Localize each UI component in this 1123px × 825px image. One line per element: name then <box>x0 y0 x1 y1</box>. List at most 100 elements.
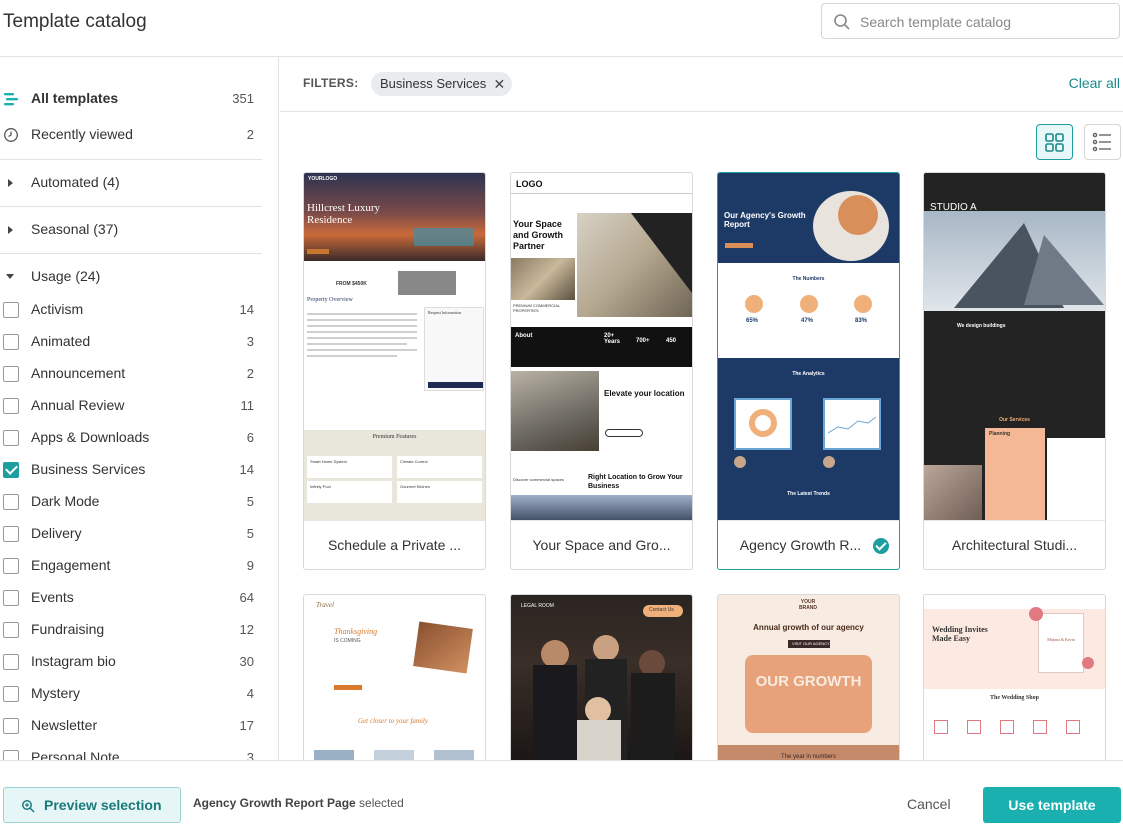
list-view-button[interactable] <box>1084 124 1121 160</box>
sidebar-item-all-templates[interactable]: All templates 351 <box>0 84 262 114</box>
thumb-feature-1: Smart Home System <box>310 459 347 464</box>
thumb-headline: Hillcrest Luxury Residence <box>307 202 381 226</box>
filter-chip[interactable]: Business Services ✕ <box>371 72 513 96</box>
sidebar-item-recently-viewed[interactable]: Recently viewed 2 <box>0 120 262 150</box>
usage-filter-item[interactable]: Annual Review 11 <box>0 391 262 421</box>
template-card[interactable]: YOURLOGO Hillcrest Luxury Residence FROM… <box>303 172 486 570</box>
usage-filter-item[interactable]: Dark Mode 5 <box>0 487 262 517</box>
template-thumbnail: Our Agency's Growth Report The Numbers 6… <box>718 173 899 520</box>
close-icon[interactable]: ✕ <box>493 72 505 96</box>
usage-filter-item[interactable]: Animated 3 <box>0 327 262 357</box>
template-card[interactable]: LEGAL ROOM Contact Us <box>510 594 693 764</box>
usage-filter-item[interactable]: Events 64 <box>0 583 262 613</box>
usage-filter-item[interactable]: Business Services 14 <box>0 455 262 485</box>
usage-filter-label: Announcement <box>31 365 126 381</box>
checkbox[interactable] <box>3 590 19 606</box>
sidebar-item-count: 351 <box>232 91 254 106</box>
checkbox-checked[interactable] <box>3 462 19 478</box>
usage-filter-item[interactable]: Newsletter 17 <box>0 711 262 741</box>
template-title: Architectural Studi... <box>924 520 1105 569</box>
thumb-stat-3: 450 <box>666 338 677 344</box>
checkbox[interactable] <box>3 366 19 382</box>
thumb-headline: Thanksgiving <box>334 627 378 636</box>
template-card[interactable]: Travel Thanksgiving IS COMING Get closer… <box>303 594 486 764</box>
checkbox[interactable] <box>3 718 19 734</box>
thumb-features: Premium Features <box>372 434 417 440</box>
thumb-sub: IS COMING <box>334 638 361 644</box>
thumb-card-names: Mirjana & Kevin <box>1047 637 1075 642</box>
usage-filter-item[interactable]: Mystery 4 <box>0 679 262 709</box>
usage-filter-item[interactable]: Announcement 2 <box>0 359 262 389</box>
preview-selection-button[interactable]: Preview selection <box>3 787 181 823</box>
thumb-stat-1: 20+ Years <box>604 333 621 345</box>
thumb-feature-3: Infinity Pool <box>310 484 331 489</box>
clear-all-link[interactable]: Clear all <box>1069 75 1120 91</box>
thumb-button: Contact Us <box>649 607 674 613</box>
checkbox[interactable] <box>3 750 19 760</box>
checkbox[interactable] <box>3 686 19 702</box>
checkbox[interactable] <box>3 622 19 638</box>
thumb-button: VISIT OUR AGENCY <box>792 641 830 646</box>
page-title: Template catalog <box>3 11 147 32</box>
thumb-logo: YOURLOGO <box>308 176 338 182</box>
thumb-logo: LOGO <box>516 179 543 189</box>
filter-bar: FILTERS: Business Services ✕ Clear all <box>280 57 1123 112</box>
cancel-button[interactable]: Cancel <box>907 796 951 812</box>
thumb-planning: Planning <box>989 431 1011 437</box>
group-automated[interactable]: Automated (4) <box>0 168 262 198</box>
usage-filter-count: 11 <box>240 398 255 413</box>
thumb-headline: Our Agency's Growth Report <box>724 211 806 229</box>
usage-filter-item[interactable]: Fundraising 12 <box>0 615 262 645</box>
usage-filter-item[interactable]: Apps & Downloads 6 <box>0 423 262 453</box>
template-card[interactable]: LOGO Your Space and Growth Partner PREMI… <box>510 172 693 570</box>
thumb-price: FROM $450K <box>336 281 367 287</box>
usage-filter-count: 14 <box>239 462 254 477</box>
template-card[interactable]: Wedding Invites Made Easy Mirjana & Kevi… <box>923 594 1106 764</box>
checkbox[interactable] <box>3 494 19 510</box>
group-usage[interactable]: Usage (24) <box>0 262 262 292</box>
template-card[interactable]: YOUR BRAND Annual growth of our agency V… <box>717 594 900 764</box>
selected-template-name: Agency Growth Report Page <box>193 796 356 810</box>
usage-filter-label: Business Services <box>31 461 146 477</box>
checkbox[interactable] <box>3 430 19 446</box>
list-view-icon <box>1092 132 1111 152</box>
checkbox[interactable] <box>3 558 19 574</box>
checkbox[interactable] <box>3 654 19 670</box>
selected-suffix: selected <box>359 796 404 810</box>
usage-filter-item[interactable]: Delivery 5 <box>0 519 262 549</box>
template-card[interactable]: STUDIO A We design buildings Our Service… <box>923 172 1106 570</box>
grid-view-button[interactable] <box>1036 124 1073 160</box>
template-thumbnail: Travel Thanksgiving IS COMING Get closer… <box>304 595 485 763</box>
thumb-feature-4: Gourmet Kitchen <box>400 484 431 489</box>
search-box[interactable] <box>821 3 1120 39</box>
usage-filter-item[interactable]: Engagement 9 <box>0 551 262 581</box>
checkbox[interactable] <box>3 526 19 542</box>
usage-filter-label: Apps & Downloads <box>31 429 150 445</box>
template-thumbnail: LOGO Your Space and Growth Partner PREMI… <box>511 173 692 520</box>
usage-filter-item[interactable]: Personal Note 3 <box>0 743 262 760</box>
checkbox[interactable] <box>3 334 19 350</box>
thumb-stat-2: 47% <box>801 318 814 324</box>
group-label: Seasonal (37) <box>31 221 119 237</box>
template-thumbnail: Wedding Invites Made Easy Mirjana & Kevi… <box>924 595 1105 763</box>
all-templates-icon <box>4 93 18 106</box>
thumb-section: Property Overview <box>307 297 353 303</box>
header: Template catalog <box>0 0 1123 57</box>
usage-filter-item[interactable]: Activism 14 <box>0 295 262 325</box>
sidebar-item-label: All templates <box>31 90 119 106</box>
clock-icon <box>4 128 18 142</box>
checkbox[interactable] <box>3 302 19 318</box>
usage-filter-label: Instagram bio <box>31 653 116 669</box>
use-template-button[interactable]: Use template <box>983 787 1121 823</box>
filter-chip-label: Business Services <box>380 76 487 91</box>
template-card-selected[interactable]: Our Agency's Growth Report The Numbers 6… <box>717 172 900 570</box>
thumb-feature-2: Climate Control <box>400 459 428 464</box>
usage-filter-count: 5 <box>246 526 254 541</box>
search-input[interactable] <box>860 12 1110 32</box>
group-seasonal[interactable]: Seasonal (37) <box>0 215 262 245</box>
usage-filter-label: Annual Review <box>31 397 125 413</box>
usage-filter-count: 6 <box>246 430 254 445</box>
checkbox[interactable] <box>3 398 19 414</box>
usage-filter-count: 2 <box>246 366 254 381</box>
usage-filter-item[interactable]: Instagram bio 30 <box>0 647 262 677</box>
